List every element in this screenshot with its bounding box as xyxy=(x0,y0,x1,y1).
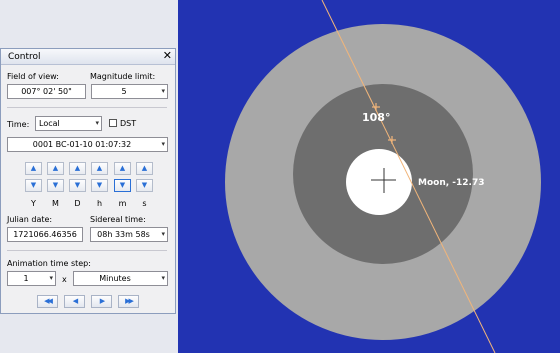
fast-forward-button[interactable]: ▶▶ xyxy=(118,295,139,308)
fov-label: Field of view: xyxy=(7,72,59,81)
fov-value: 007° 02' 50" xyxy=(21,87,72,96)
moon-disk[interactable] xyxy=(346,149,412,215)
dst-label: DST xyxy=(120,119,137,128)
year-unit-label: Y xyxy=(31,199,36,208)
animation-step-label: Animation time step: xyxy=(7,259,91,268)
second-down-button[interactable]: ▼ xyxy=(136,179,153,192)
chevron-down-icon: ▾ xyxy=(161,274,165,282)
month-down-button[interactable]: ▼ xyxy=(47,179,64,192)
rewind-button[interactable]: ◀◀ xyxy=(37,295,58,308)
chevron-down-icon: ▾ xyxy=(161,230,165,238)
month-up-button[interactable]: ▲ xyxy=(47,162,64,175)
close-icon[interactable]: ✕ xyxy=(163,50,172,62)
animation-unit-value: Minutes xyxy=(99,274,131,283)
animation-multiplier-select[interactable]: 1 ▾ xyxy=(7,271,56,286)
timezone-value: Local xyxy=(39,119,60,128)
julian-date-value: 1721066.46356 xyxy=(13,230,77,239)
sidereal-time-value: 08h 33m 58s xyxy=(97,230,150,239)
hour-unit-label: h xyxy=(96,199,103,208)
moon-object-label: Moon, -12.73 xyxy=(418,178,485,188)
second-unit-label: s xyxy=(142,199,147,208)
chevron-down-icon: ▾ xyxy=(49,274,53,282)
divider xyxy=(7,107,167,108)
second-up-button[interactable]: ▲ xyxy=(136,162,153,175)
control-panel: Control ✕ Field of view: Magnitude limit… xyxy=(0,48,176,314)
panel-title-bar[interactable]: Control ✕ xyxy=(1,49,175,65)
julian-date-label: Julian date: xyxy=(7,215,53,224)
sidereal-time-select[interactable]: 08h 33m 58s ▾ xyxy=(90,227,168,242)
day-unit-label: D xyxy=(74,199,81,208)
animation-times-label: x xyxy=(62,275,67,284)
sidereal-time-label: Sidereal time: xyxy=(90,215,146,224)
chevron-down-icon: ▾ xyxy=(95,119,99,127)
year-up-button[interactable]: ▲ xyxy=(25,162,42,175)
maglimit-value: 5 xyxy=(121,87,127,96)
maglimit-select[interactable]: 5 ▾ xyxy=(91,84,168,99)
hour-down-button[interactable]: ▼ xyxy=(91,179,108,192)
hour-up-button[interactable]: ▲ xyxy=(91,162,108,175)
month-unit-label: M xyxy=(52,199,59,208)
julian-date-input[interactable]: 1721066.46356 xyxy=(7,227,83,242)
time-label: Time: xyxy=(7,120,30,129)
animation-multiplier-value: 1 xyxy=(23,274,29,283)
chevron-down-icon: ▾ xyxy=(161,87,165,95)
chevron-down-icon: ▾ xyxy=(161,140,165,148)
datetime-value: 0001 BC-01-10 01:07:32 xyxy=(32,140,132,149)
timezone-select[interactable]: Local ▾ xyxy=(35,116,102,131)
year-down-button[interactable]: ▼ xyxy=(25,179,42,192)
minute-up-button[interactable]: ▲ xyxy=(114,162,131,175)
day-up-button[interactable]: ▲ xyxy=(69,162,86,175)
step-forward-button[interactable]: ▶ xyxy=(91,295,112,308)
fov-input[interactable]: 007° 02' 50" xyxy=(7,84,86,99)
maglimit-label: Magnitude limit: xyxy=(90,72,156,81)
animation-unit-select[interactable]: Minutes ▾ xyxy=(73,271,168,286)
dst-checkbox[interactable] xyxy=(109,119,117,127)
minute-down-button[interactable]: ▼ xyxy=(114,179,131,192)
position-angle-label: 108° xyxy=(362,111,391,124)
divider xyxy=(7,250,167,251)
datetime-select[interactable]: 0001 BC-01-10 01:07:32 ▾ xyxy=(7,137,168,152)
day-down-button[interactable]: ▼ xyxy=(69,179,86,192)
minute-unit-label: m xyxy=(118,199,127,208)
panel-title: Control xyxy=(8,52,41,62)
step-back-button[interactable]: ◀ xyxy=(64,295,85,308)
